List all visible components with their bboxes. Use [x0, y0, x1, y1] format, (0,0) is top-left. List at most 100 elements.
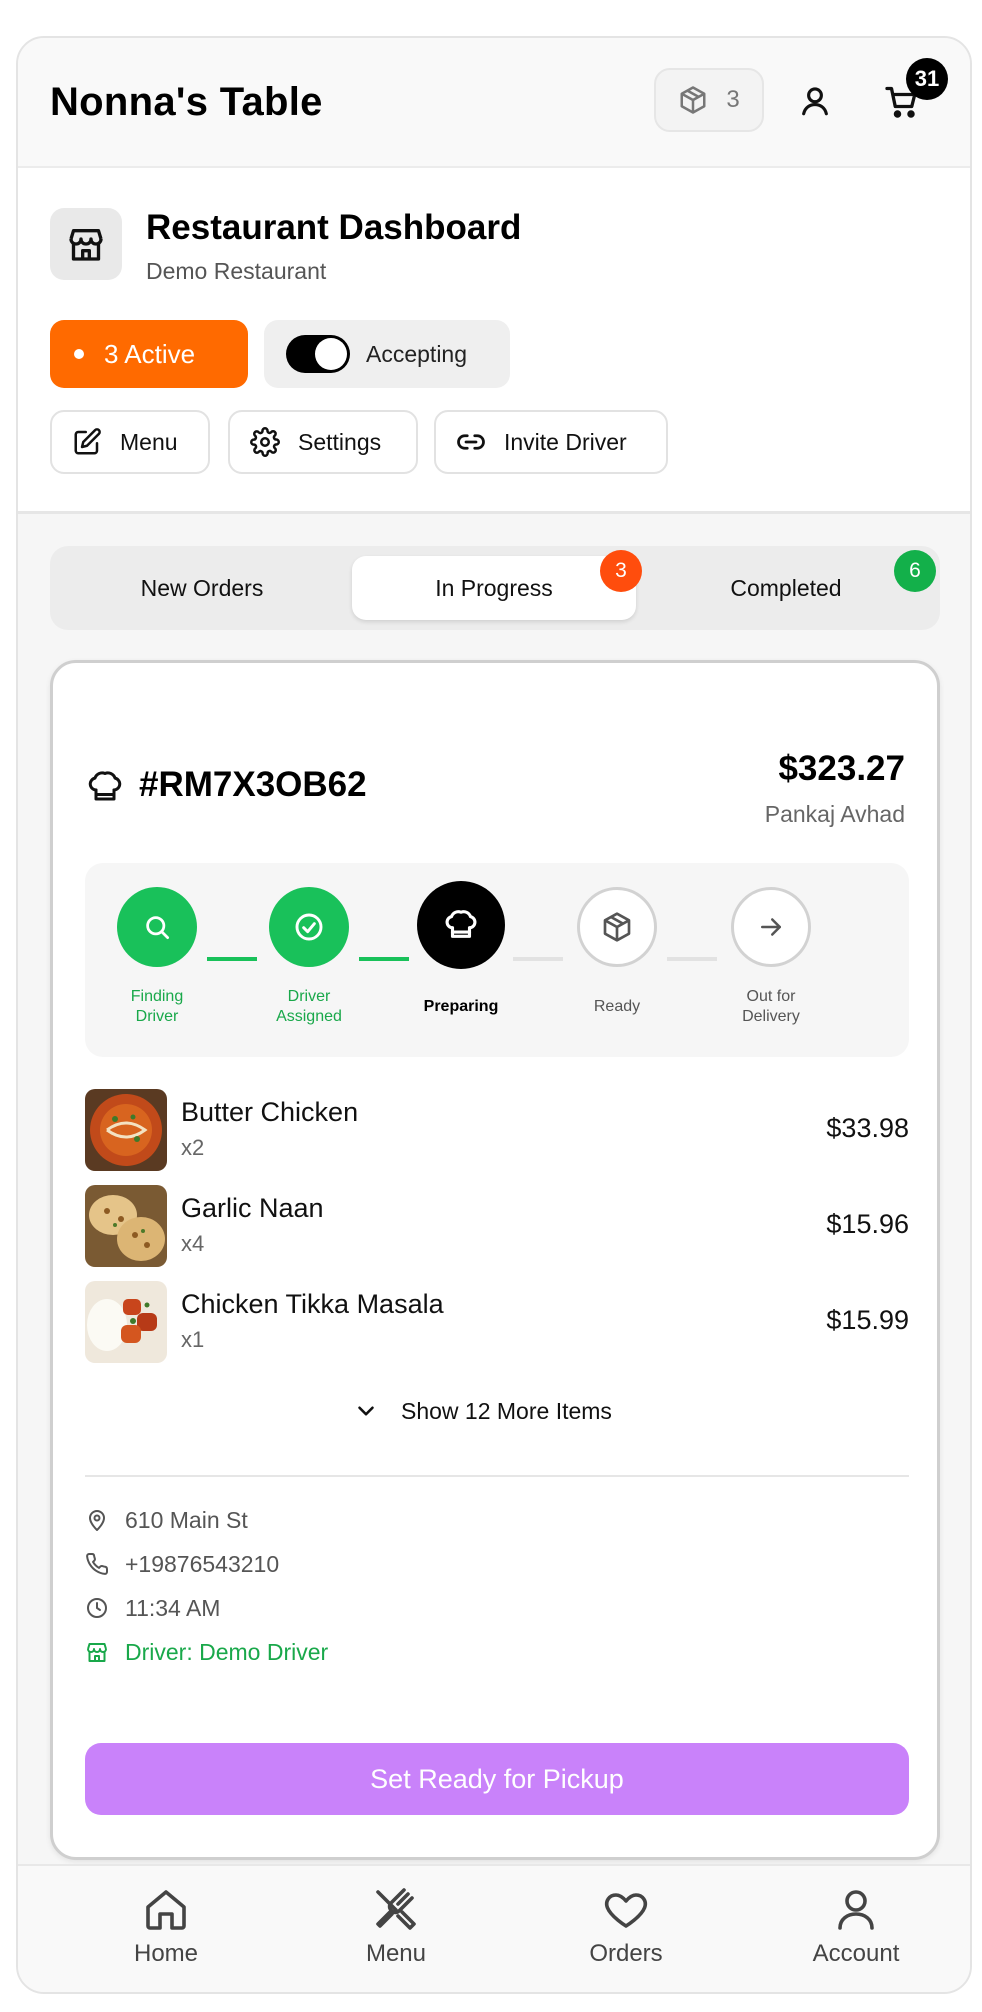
menu-edit-label: Menu: [120, 428, 178, 455]
link-icon: [457, 434, 485, 450]
order-item-row: Garlic Naan x4 $15.96: [85, 1185, 909, 1267]
in-progress-count-badge: 3: [600, 550, 642, 592]
step-connector: [207, 957, 257, 961]
packages-button[interactable]: 3: [654, 68, 764, 132]
step-ready: [577, 887, 657, 967]
step-label-finding-driver: Finding Driver: [97, 987, 217, 1027]
item-price: $15.96: [826, 1209, 909, 1239]
step-label-line: Delivery: [742, 1008, 800, 1025]
map-pin-icon: [89, 1510, 105, 1531]
chicken-tikka-masala-image: [85, 1281, 167, 1363]
app-frame: Nonna's Table 3 31 Restaurant Dashboard …: [16, 36, 972, 1994]
item-thumbnail: [85, 1089, 167, 1171]
step-connector: [359, 957, 409, 961]
step-label-out-for-delivery: Out for Delivery: [711, 987, 831, 1027]
accepting-label: Accepting: [366, 340, 468, 367]
item-name: Garlic Naan: [181, 1193, 324, 1223]
restaurant-name: Demo Restaurant: [146, 258, 327, 284]
user-icon[interactable]: [798, 84, 832, 118]
nav-account[interactable]: Account: [786, 1886, 926, 1968]
search-icon: [146, 916, 169, 939]
top-bar: Nonna's Table 3 31: [18, 38, 970, 168]
heart-icon: [604, 1893, 648, 1928]
phone-icon: [86, 1552, 109, 1575]
nav-home-label: Home: [133, 1940, 199, 1967]
accepting-toggle-group[interactable]: Accepting: [264, 320, 510, 388]
step-label-line: Driver: [287, 988, 331, 1005]
clock-icon: [87, 1598, 107, 1618]
step-connector: [513, 957, 563, 961]
nav-home[interactable]: Home: [96, 1886, 236, 1968]
set-ready-for-pickup-button[interactable]: Set Ready for Pickup: [85, 1743, 909, 1815]
tab-new-orders-label: New Orders: [140, 574, 264, 601]
brand-title: Nonna's Table: [50, 80, 323, 124]
step-connector: [667, 957, 717, 961]
edit-icon: [74, 428, 101, 455]
chevron-down-icon: [358, 1406, 374, 1416]
tab-new-orders[interactable]: New Orders: [60, 556, 344, 620]
order-card: #RM7X3OB62 $323.27 Pankaj Avhad Finding …: [50, 660, 940, 1860]
order-progress-tracker: Finding Driver Driver Assigned Preparing…: [85, 863, 909, 1057]
check-circle-icon: [295, 913, 323, 941]
step-label-line: Driver: [135, 1008, 179, 1025]
store-avatar: [50, 208, 122, 280]
step-driver-assigned: [269, 887, 349, 967]
tab-completed[interactable]: Completed: [644, 556, 928, 620]
tab-in-progress-label: In Progress: [435, 574, 553, 601]
item-name: Butter Chicken: [181, 1097, 359, 1127]
toggle-knob: [315, 338, 347, 370]
bottom-navigation: Home Menu Orders Account: [18, 1864, 970, 1992]
step-finding-driver: [117, 887, 197, 967]
phone-text: +19876543210: [125, 1550, 280, 1577]
dashboard-title: Restaurant Dashboard: [146, 208, 522, 247]
item-thumbnail: [85, 1281, 167, 1363]
chef-hat-icon: [88, 771, 122, 801]
arrow-right-icon: [761, 918, 781, 936]
store-icon: [87, 1643, 107, 1662]
tab-in-progress[interactable]: In Progress: [352, 556, 636, 620]
delivery-address: 610 Main St: [85, 1505, 248, 1535]
nav-orders[interactable]: Orders: [556, 1886, 696, 1968]
customer-name: Pankaj Avhad: [764, 801, 905, 827]
garlic-naan-image: [85, 1185, 167, 1267]
restaurant-dashboard-panel: Restaurant Dashboard Demo Restaurant 3 A…: [18, 168, 970, 514]
nav-account-label: Account: [812, 1940, 900, 1967]
packages-count: 3: [726, 86, 740, 113]
order-total: $323.27: [778, 749, 905, 788]
step-label-line: Ready: [593, 998, 641, 1015]
step-label-ready: Ready: [557, 997, 677, 1017]
time-text: 11:34 AM: [125, 1594, 221, 1621]
cart-count-badge: 31: [906, 58, 948, 100]
item-thumbnail: [85, 1185, 167, 1267]
invite-driver-button[interactable]: Invite Driver: [434, 410, 668, 474]
store-icon: [69, 229, 103, 261]
show-more-items-button[interactable]: Show 12 More Items: [353, 1389, 612, 1433]
home-icon: [146, 1890, 186, 1930]
nav-menu[interactable]: Menu: [326, 1886, 466, 1968]
order-status-tabs: New Orders In Progress Completed 3 6: [50, 546, 940, 630]
assigned-driver: Driver: Demo Driver: [85, 1637, 328, 1667]
item-name: Chicken Tikka Masala: [181, 1289, 444, 1319]
step-preparing: [417, 881, 505, 969]
chef-hat-icon: [445, 910, 477, 938]
menu-edit-button[interactable]: Menu: [50, 410, 210, 474]
step-label-line: Finding: [130, 988, 184, 1005]
completed-count-badge: 6: [894, 550, 936, 592]
utensils-crossed-icon: [376, 1888, 416, 1930]
settings-label: Settings: [298, 428, 382, 455]
step-label-driver-assigned: Driver Assigned: [249, 987, 369, 1027]
order-id: #RM7X3OB62: [139, 765, 367, 804]
address-text: 610 Main St: [125, 1506, 248, 1533]
driver-text: Driver: Demo Driver: [125, 1638, 329, 1665]
step-label-preparing: Preparing: [401, 997, 521, 1017]
item-price: $33.98: [826, 1113, 909, 1143]
package-icon: [680, 86, 706, 114]
accepting-toggle[interactable]: [286, 335, 350, 373]
active-orders-badge[interactable]: 3 Active: [50, 320, 248, 388]
item-quantity: x4: [181, 1231, 205, 1256]
step-label-line: Assigned: [276, 1008, 342, 1025]
package-icon: [603, 912, 631, 942]
butter-chicken-image: [85, 1089, 167, 1171]
settings-button[interactable]: Settings: [228, 410, 418, 474]
item-quantity: x2: [181, 1135, 205, 1160]
